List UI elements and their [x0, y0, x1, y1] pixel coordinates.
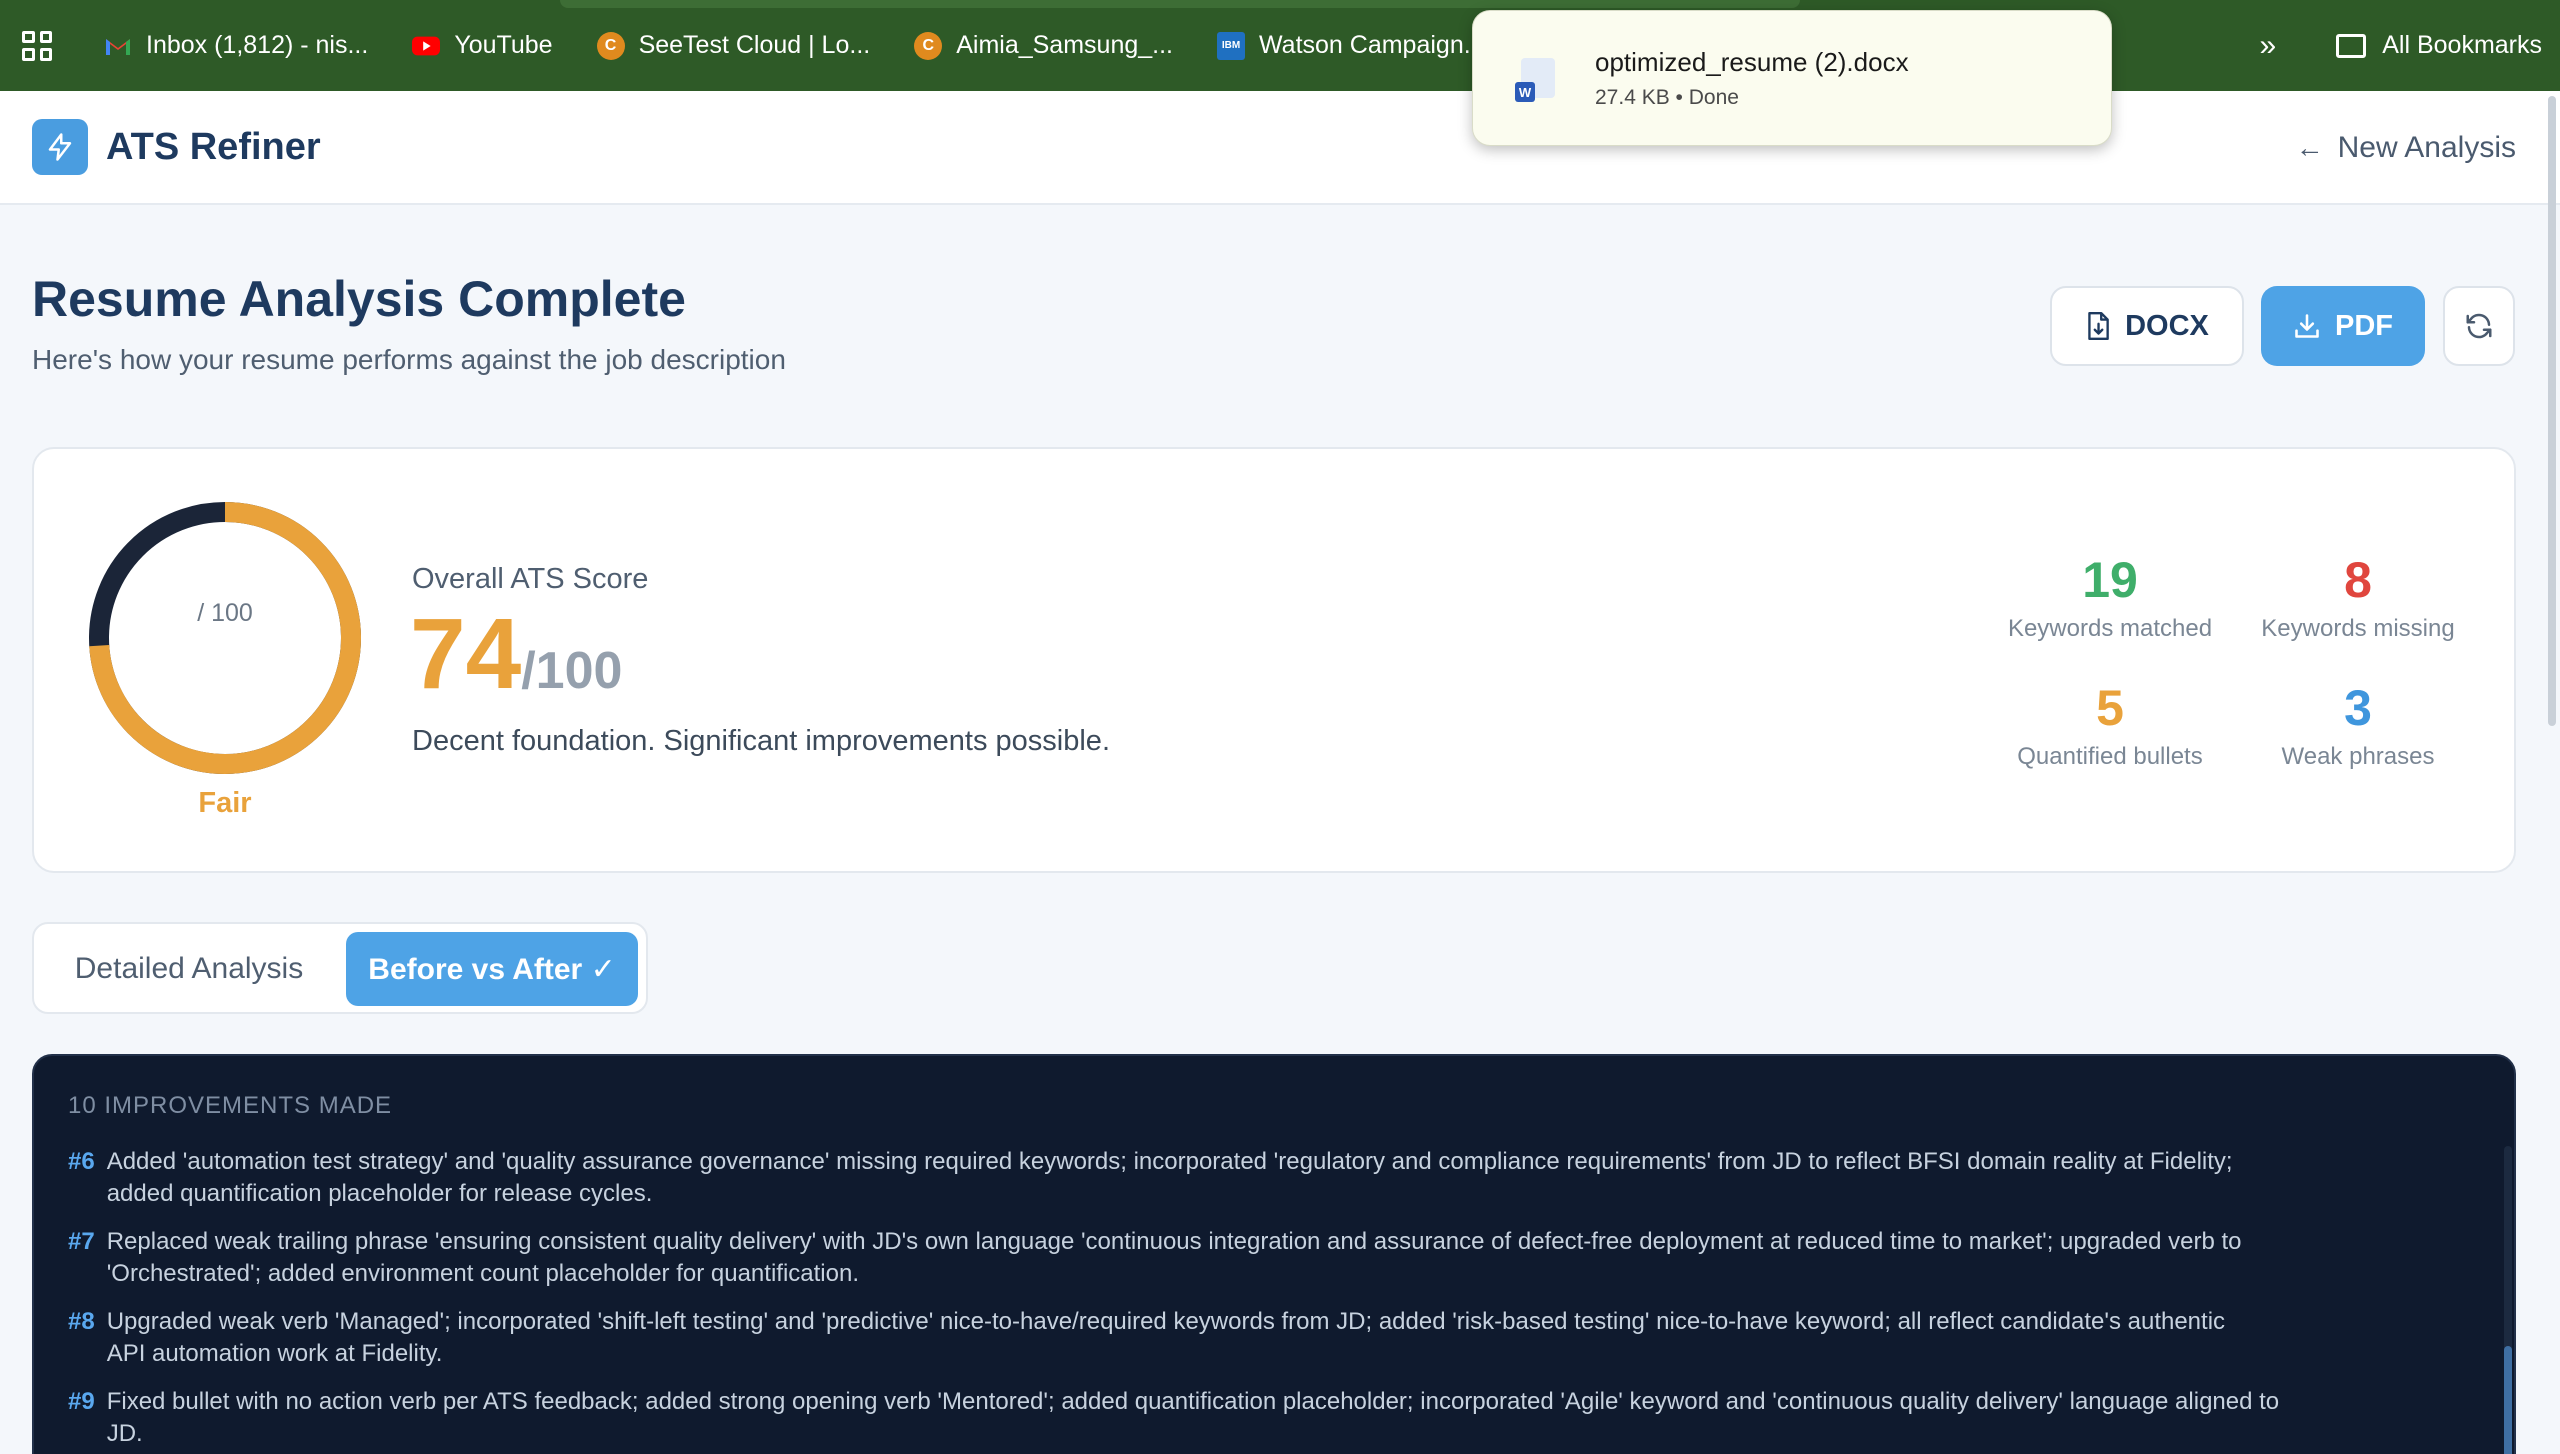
score-ring: [89, 502, 361, 774]
download-icon: [2295, 314, 2319, 338]
bookmark-youtube[interactable]: YouTube: [412, 31, 553, 60]
ibm-icon: IBM: [1217, 31, 1245, 60]
score-rating: Fair: [198, 787, 252, 819]
improvement-line: JD.: [106, 1420, 143, 1447]
lightning-icon: [32, 119, 88, 175]
gmail-icon: [104, 32, 132, 60]
youtube-icon: [412, 32, 441, 60]
brand-name: ATS Refiner: [106, 125, 321, 168]
bookmarks-right: » All Bookmarks: [2260, 0, 2542, 91]
bookmarks-bar: Inbox (1,812) - nis... YouTube C SeeTest…: [0, 0, 2560, 91]
improvement-line: added quantification placeholder for rel…: [106, 1180, 653, 1207]
new-analysis-label: New Analysis: [2337, 131, 2516, 164]
improvement-line: API automation work at Fidelity.: [106, 1340, 443, 1367]
aimia-icon: C: [914, 31, 943, 60]
stat-number: 5: [2096, 680, 2124, 736]
view-tabs: Detailed Analysis Before vs After ✓: [32, 922, 648, 1014]
stat-number: 19: [2082, 552, 2138, 608]
page-scrollbar[interactable]: [2548, 96, 2556, 726]
stat-label: Quantified bullets: [2017, 743, 2203, 770]
download-pdf-button[interactable]: PDF: [2261, 286, 2425, 366]
improvements-scrollbar[interactable]: [2504, 1146, 2512, 1454]
improvement-number: #7: [68, 1228, 95, 1255]
bookmark-seetest[interactable]: C SeeTest Cloud | Lo...: [596, 31, 871, 60]
stat-label: Weak phrases: [2281, 743, 2435, 770]
stat-keywords-matched: 19 Keywords matched: [1990, 551, 2230, 643]
stat-label: Keywords missing: [2261, 615, 2455, 642]
ring-label: / 100: [197, 599, 253, 627]
improvements-title: 10 IMPROVEMENTS MADE: [68, 1092, 393, 1119]
bookmark-label: SeeTest Cloud | Lo...: [638, 31, 871, 59]
tab-strip-edge: [560, 0, 1800, 8]
page-title: Resume Analysis Complete: [32, 271, 686, 327]
arrow-left-icon: ←: [2295, 132, 2324, 163]
refresh-icon: [2466, 313, 2492, 339]
stat-quantified-bullets: 5 Quantified bullets: [1990, 679, 2230, 771]
new-analysis-button[interactable]: ← New Analysis: [2296, 91, 2516, 205]
score-max: /100: [521, 642, 623, 700]
improvement-number: #6: [68, 1148, 95, 1175]
bookmark-label: YouTube: [454, 31, 553, 59]
docx-label: DOCX: [2125, 309, 2209, 342]
improvement-line: Fixed bullet with no action verb per ATS…: [106, 1388, 2280, 1415]
score-description: Decent foundation. Significant improveme…: [412, 725, 1110, 757]
pdf-label: PDF: [2335, 309, 2393, 342]
list-item: #7 Replaced weak trailing phrase 'ensuri…: [68, 1226, 2488, 1290]
bookmark-gmail[interactable]: Inbox (1,812) - nis...: [104, 31, 368, 60]
app-header: ATS Refiner ← New Analysis: [0, 91, 2560, 205]
overall-score-label: Overall ATS Score: [412, 563, 649, 595]
download-popup[interactable]: optimized_resume (2).docx 27.4 KB • Done: [1472, 10, 2112, 146]
overall-score-value: 74/100: [410, 599, 622, 709]
page-subtitle: Here's how your resume performs against …: [32, 344, 786, 375]
stat-keywords-missing: 8 Keywords missing: [2238, 551, 2478, 643]
all-bookmarks-link[interactable]: All Bookmarks: [2382, 31, 2542, 60]
improvement-number: #9: [68, 1388, 95, 1415]
refresh-button[interactable]: [2443, 286, 2515, 366]
double-chevron-right-icon[interactable]: »: [2260, 29, 2277, 63]
bookmark-watson[interactable]: IBM Watson Campaign...: [1217, 31, 1485, 60]
improvement-number: #8: [68, 1308, 95, 1335]
stat-weak-phrases: 3 Weak phrases: [2238, 679, 2478, 771]
list-item: #6 Added 'automation test strategy' and …: [68, 1146, 2488, 1210]
improvement-line: Replaced weak trailing phrase 'ensuring …: [106, 1228, 2242, 1255]
seetest-icon: C: [596, 31, 625, 60]
download-filename[interactable]: optimized_resume (2).docx: [1595, 47, 1909, 78]
list-item: #9 Fixed bullet with no action verb per …: [68, 1386, 2488, 1450]
improvements-panel: 10 IMPROVEMENTS MADE #6 Added 'automatio…: [32, 1054, 2516, 1454]
bookmark-label: Aimia_Samsung_...: [956, 31, 1173, 59]
improvement-line: 'Orchestrated'; added environment count …: [106, 1260, 859, 1287]
download-meta: 27.4 KB • Done: [1595, 85, 1739, 109]
scrollbar-thumb[interactable]: [2504, 1346, 2512, 1454]
apps-grid-icon[interactable]: [22, 30, 52, 61]
word-document-icon: [1515, 58, 1555, 102]
improvement-line: Added 'automation test strategy' and 'qu…: [106, 1148, 2233, 1175]
download-docx-button[interactable]: DOCX: [2050, 286, 2244, 366]
stat-number: 3: [2344, 680, 2372, 736]
score-card: / 100 Fair Overall ATS Score 74/100 Dece…: [32, 447, 2516, 873]
improvement-line: Upgraded weak verb 'Managed'; incorporat…: [106, 1308, 2226, 1335]
tab-before-vs-after[interactable]: Before vs After ✓: [346, 932, 638, 1006]
bookmark-label: Inbox (1,812) - nis...: [146, 31, 369, 59]
score-number: 74: [410, 598, 522, 710]
tab-detailed-analysis[interactable]: Detailed Analysis: [44, 932, 334, 1006]
stat-label: Keywords matched: [2007, 615, 2213, 642]
bookmark-aimia[interactable]: C Aimia_Samsung_...: [914, 31, 1173, 60]
bookmark-label: Watson Campaign...: [1259, 31, 1485, 59]
list-item: #8 Upgraded weak verb 'Managed'; incorpo…: [68, 1306, 2488, 1370]
file-download-icon: [2088, 311, 2109, 341]
stat-number: 8: [2344, 552, 2372, 608]
folder-icon: [2336, 33, 2367, 58]
